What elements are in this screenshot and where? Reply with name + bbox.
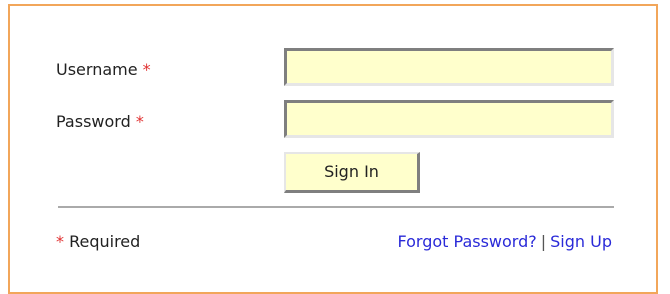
- username-label: Username *: [56, 60, 151, 80]
- sign-in-panel: Username * Password * Sign In * Required…: [8, 4, 658, 294]
- required-note: * Required: [56, 232, 140, 252]
- link-separator: |: [540, 232, 547, 251]
- password-label: Password *: [56, 112, 144, 132]
- password-field[interactable]: [284, 100, 614, 138]
- required-note-text: Required: [69, 232, 141, 251]
- username-label-text: Username: [56, 60, 138, 79]
- sign-up-link[interactable]: Sign Up: [550, 232, 612, 251]
- password-required-marker: *: [135, 112, 144, 131]
- account-links: Forgot Password? | Sign Up: [398, 232, 613, 252]
- divider: [58, 206, 614, 208]
- forgot-password-link[interactable]: Forgot Password?: [398, 232, 537, 251]
- sign-in-button[interactable]: Sign In: [284, 152, 420, 193]
- username-required-marker: *: [142, 60, 151, 79]
- password-label-text: Password: [56, 112, 131, 131]
- username-field[interactable]: [284, 48, 614, 86]
- required-note-marker: *: [56, 232, 64, 251]
